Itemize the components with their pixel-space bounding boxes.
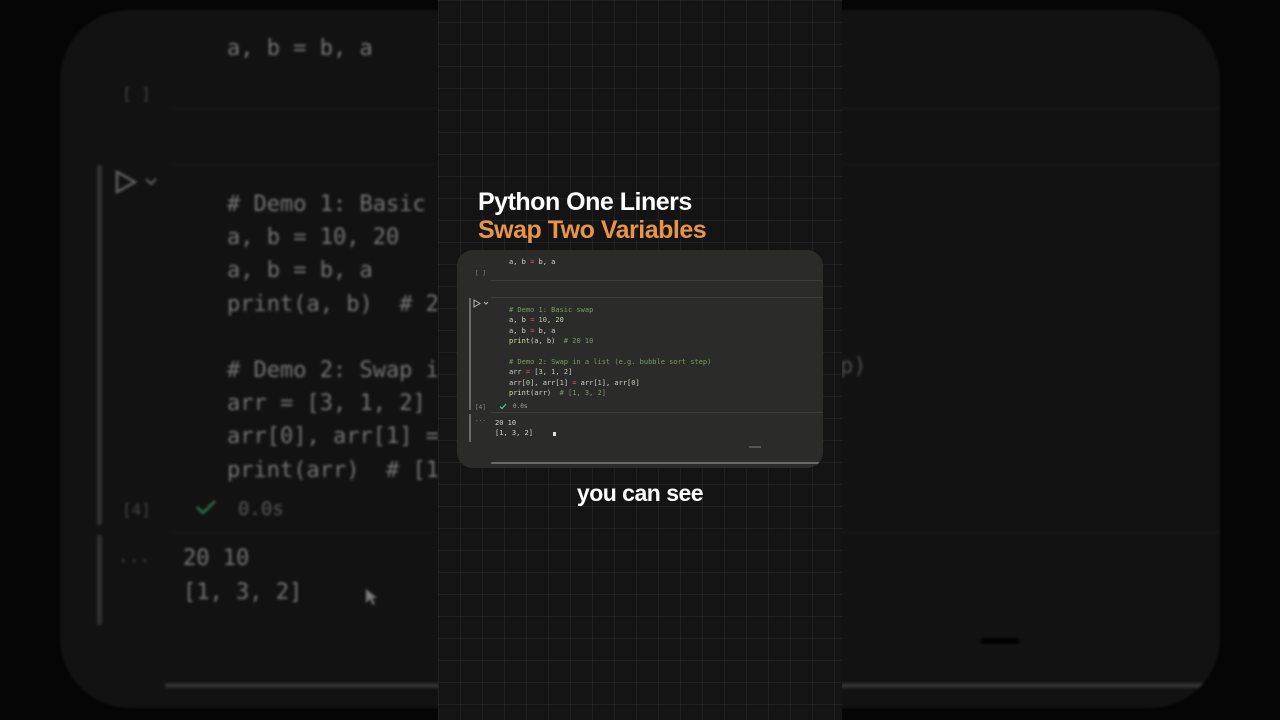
bg-cell1-label: [ ]: [122, 84, 151, 103]
horizontal-scrollbar[interactable]: [491, 462, 821, 464]
code-line: # Demo 1: Basic swap: [509, 306, 594, 314]
title-line-2: Swap Two Variables: [478, 216, 707, 244]
title-line-1: Python One Liners: [478, 188, 692, 216]
code-line: a, b = 10, 20: [509, 316, 564, 325]
cell1-code[interactable]: a, b = b, a: [509, 257, 555, 267]
notebook-window: a, b = b, a [ ] # Demo 1: Basic swap a, b…: [457, 250, 823, 468]
cell2-bar: [469, 298, 471, 410]
bg-right-fragment: p): [840, 354, 867, 379]
bg-cell1-code: a, b = b, a: [227, 36, 373, 61]
cell2-exec-label: [4]: [475, 404, 486, 411]
check-icon: [499, 403, 507, 410]
cell1-exec-label: [ ]: [475, 270, 486, 277]
code-line: arr = [3, 1, 2]: [509, 368, 573, 377]
bg-output-menu: ...: [118, 546, 151, 567]
run-cell-icon[interactable]: [473, 299, 491, 308]
code-line: # Demo 2: Swap in a list (e.g. bubble so…: [509, 358, 712, 366]
code-line: print(a, b) # 20 10: [509, 337, 594, 346]
bg-code-line: arr[0], arr[1] =: [227, 424, 439, 450]
mouse-cursor-icon: [553, 432, 556, 436]
bg-output-line-2: [1, 3, 2]: [183, 580, 303, 605]
code-line: print(arr) # [1, 3, 2]: [509, 389, 606, 398]
bg-exec-label: [4]: [122, 500, 151, 519]
output-menu-icon[interactable]: ...: [475, 416, 486, 423]
bg-cell-bar: [97, 165, 102, 525]
output-line-2: [1, 3, 2]: [495, 429, 533, 437]
code-line: arr[0], arr[1] = arr[1], arr[0]: [509, 378, 640, 387]
video-panel: Python One Liners Swap Two Variables a, …: [438, 0, 842, 720]
bg-code-line: # Demo 1: Basic: [227, 192, 426, 217]
bg-code-line: print(a, b) # 2: [227, 291, 439, 317]
bg-code-line: [227, 321, 439, 354]
bg-check-icon: [196, 500, 216, 515]
bg-code-line: arr = [3, 1, 2]: [227, 391, 426, 417]
bg-code-line: print(arr) # [1: [227, 457, 439, 483]
bg-run-icon: [115, 170, 157, 194]
bg-code-line: a, b = 10, 20: [227, 225, 400, 251]
bg-code-lines: # Demo 1: Basic a, b = 10, 20 a, b = b, a p…: [227, 188, 439, 487]
bg-code-line: a, b = b, a: [227, 258, 373, 284]
bg-exec-time: 0.0s: [238, 498, 284, 520]
exec-time: 0.0s: [513, 403, 528, 410]
code-line: a, b = b, a: [509, 326, 556, 335]
bg-code-line: # Demo 2: Swap i: [227, 357, 439, 383]
bg-output-line-1: 20 10: [183, 546, 250, 571]
bg-mouse-cursor-icon: [366, 589, 377, 605]
output-line-1: 20 10: [495, 419, 517, 427]
caption-subtitle: you can see: [576, 480, 704, 506]
